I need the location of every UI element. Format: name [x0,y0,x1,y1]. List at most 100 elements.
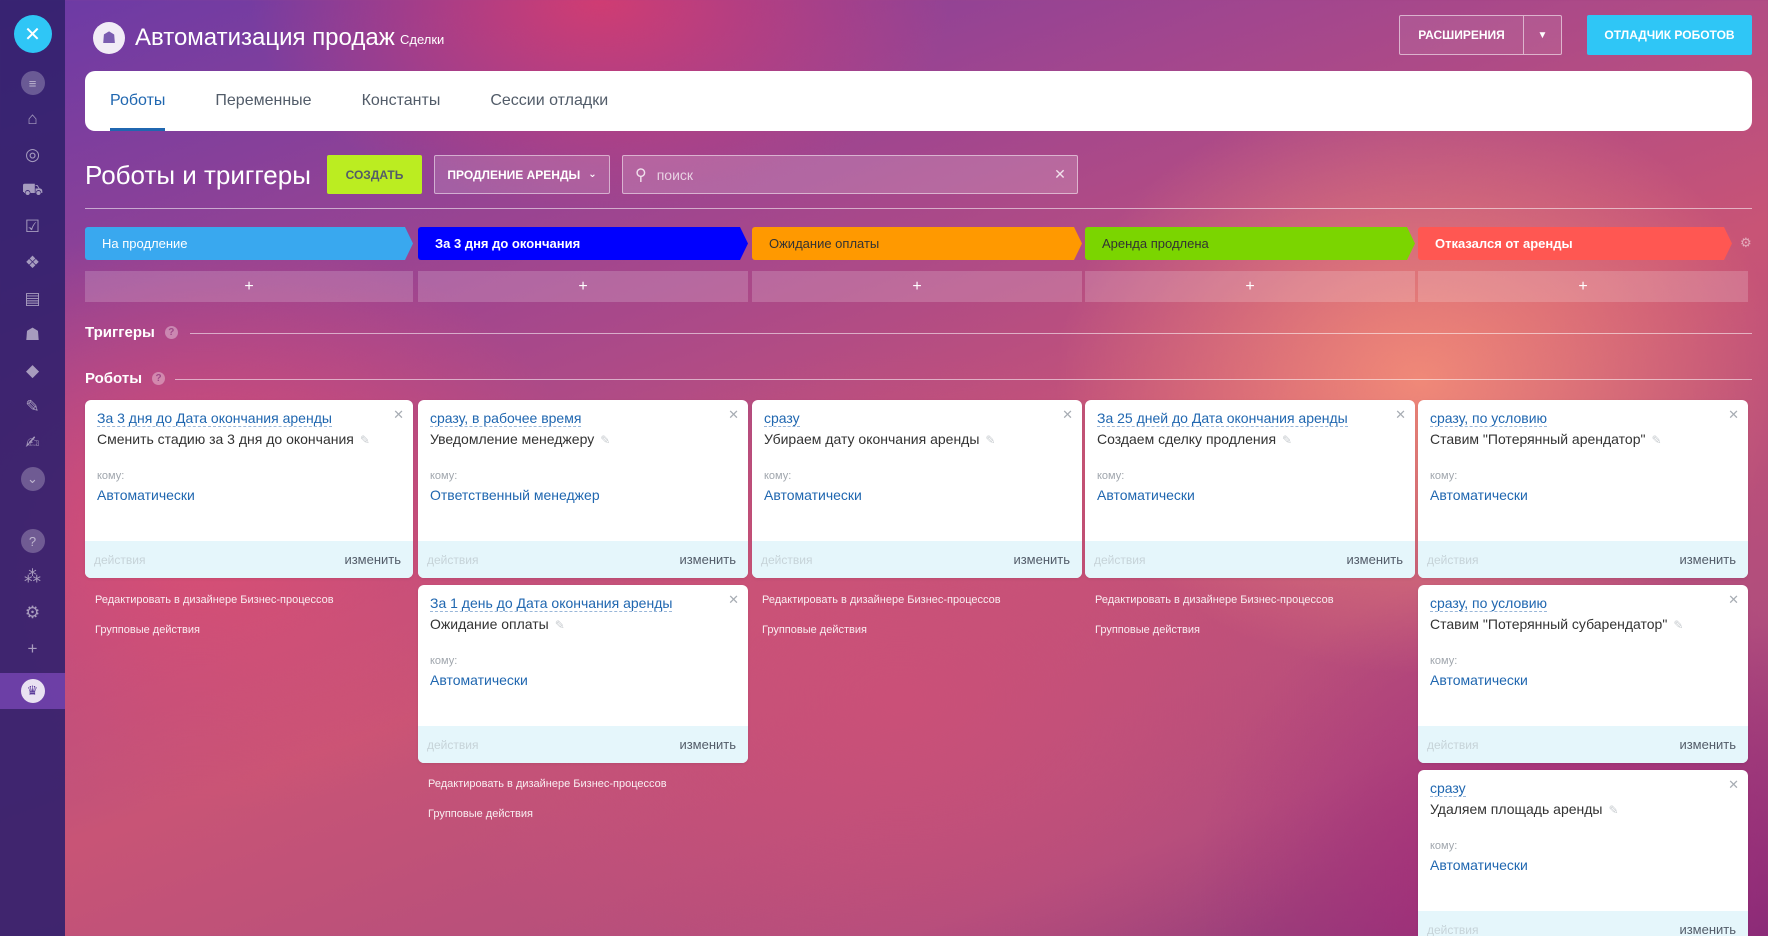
robot-condition[interactable]: сразу [764,410,800,427]
designer-link[interactable]: Редактировать в дизайнере Бизнес-процесс… [762,594,1001,606]
help-icon[interactable]: ? [17,525,49,557]
robot-condition[interactable]: сразу, по условию [1430,410,1548,427]
tab-constants[interactable]: Константы [362,92,441,131]
pencil-icon[interactable]: ✎ [985,433,995,447]
home-icon[interactable]: ⌂ [17,103,49,135]
stage-header[interactable]: За 3 дня до окончания [418,227,748,260]
close-icon[interactable]: ✕ [1395,407,1406,423]
actions-link[interactable]: действия [427,738,478,752]
gear-icon[interactable]: ⚙ [17,597,49,629]
designer-link[interactable]: Редактировать в дизайнере Бизнес-процесс… [95,594,334,606]
gear-icon[interactable]: ⚙ [1740,235,1752,251]
actions-link[interactable]: действия [1094,553,1145,567]
pencil-icon[interactable]: ✎ [1651,433,1661,447]
robot-card[interactable]: сразу ✕ Удаляем площадь аренды ✎ кому: Ав… [1418,770,1748,936]
group-actions-link[interactable]: Групповые действия [1095,624,1200,636]
recipient-value[interactable]: Автоматически [1097,487,1195,503]
help-icon[interactable]: ? [164,326,178,339]
plus-icon[interactable]: + [17,633,49,665]
group-actions-link[interactable]: Групповые действия [428,808,533,820]
robot-debugger-button[interactable]: ОТЛАДЧИК РОБОТОВ [1587,15,1752,55]
edit-link[interactable]: изменить [1679,552,1736,567]
target-icon[interactable]: ◎ [17,139,49,171]
recipient-value[interactable]: Автоматически [430,672,528,688]
robot-condition[interactable]: сразу, в рабочее время [430,410,582,427]
robot-card[interactable]: За 25 дней до Дата окончания аренды ✕ Со… [1085,400,1415,578]
robot-condition[interactable]: За 25 дней до Дата окончания аренды [1097,410,1348,427]
recipient-value[interactable]: Автоматически [1430,857,1528,873]
pencil-icon[interactable]: ✎ [360,433,370,447]
robot-card[interactable]: сразу, в рабочее время ✕ Уведомление мен… [418,400,748,578]
robot-card[interactable]: За 1 день до Дата окончания аренды ✕ Ожи… [418,585,748,763]
pipeline-select[interactable]: ПРОДЛЕНИЕ АРЕНДЫ ⌄ [434,155,610,194]
extensions-button[interactable]: РАСШИРЕНИЯ ▼ [1399,15,1562,55]
cart-icon[interactable]: ⛟ [17,175,49,207]
edit-link[interactable]: изменить [1013,552,1070,567]
box-icon[interactable]: ◆ [17,355,49,387]
card-icon[interactable]: ▤ [17,283,49,315]
tab-robots[interactable]: Роботы [110,92,166,131]
actions-link[interactable]: действия [1427,553,1478,567]
tab-debug-sessions[interactable]: Сессии отладки [490,92,608,131]
stage-header[interactable]: Отказался от аренды [1418,227,1732,260]
pencil-icon[interactable]: ✎ [1608,803,1618,817]
recipient-value[interactable]: Ответственный менеджер [430,487,600,503]
stage-header[interactable]: Ожидание оплаты [752,227,1082,260]
contacts-icon[interactable]: ❖ [17,247,49,279]
edit-link[interactable]: изменить [679,737,736,752]
add-trigger-button[interactable]: + [418,271,748,302]
designer-link[interactable]: Редактировать в дизайнере Бизнес-процесс… [1095,594,1334,606]
close-icon[interactable]: ✕ [1728,407,1739,423]
create-button[interactable]: СОЗДАТЬ [327,155,422,194]
add-trigger-button[interactable]: + [752,271,1082,302]
add-trigger-button[interactable]: + [85,271,413,302]
close-icon[interactable]: ✕ [728,592,739,608]
close-icon[interactable]: ✕ [13,15,52,53]
recipient-value[interactable]: Автоматически [97,487,195,503]
robot-condition[interactable]: сразу [1430,780,1466,797]
robot-card[interactable]: сразу, по условию ✕ Ставим "Потерянный с… [1418,585,1748,763]
stage-header[interactable]: На продление [85,227,413,260]
close-icon[interactable]: ✕ [393,407,404,423]
robot-card[interactable]: сразу ✕ Убираем дату окончания аренды ✎ к… [752,400,1082,578]
actions-link[interactable]: действия [94,553,145,567]
clear-icon[interactable]: ✕ [1043,166,1077,183]
pencil-icon[interactable]: ✎ [600,433,610,447]
robot-condition[interactable]: За 1 день до Дата окончания аренды [430,595,673,612]
pencil-icon[interactable]: ✎ [1282,433,1292,447]
page-subtitle[interactable]: Сделки [400,32,444,47]
search-input[interactable] [656,166,1043,183]
edit-link[interactable]: изменить [1679,922,1736,936]
pencil-icon[interactable]: ✎ [1673,618,1683,632]
actions-link[interactable]: действия [427,553,478,567]
pencil-icon[interactable]: ✎ [555,618,565,632]
close-icon[interactable]: ✕ [1062,407,1073,423]
close-icon[interactable]: ✕ [1728,592,1739,608]
group-actions-link[interactable]: Групповые действия [762,624,867,636]
edit-link[interactable]: изменить [679,552,736,567]
group-actions-link[interactable]: Групповые действия [95,624,200,636]
recipient-value[interactable]: Автоматически [1430,487,1528,503]
robot-card[interactable]: За 3 дня до Дата окончания аренды ✕ Смен… [85,400,413,578]
network-icon[interactable]: ⁂ [17,561,49,593]
tasks-icon[interactable]: ☑ [17,211,49,243]
robot-condition[interactable]: За 3 дня до Дата окончания аренды [97,410,332,427]
actions-link[interactable]: действия [761,553,812,567]
robot-card[interactable]: сразу, по условию ✕ Ставим "Потерянный а… [1418,400,1748,578]
edit-link[interactable]: изменить [344,552,401,567]
filter-menu-icon[interactable]: ≡ [17,67,49,99]
more-icon[interactable]: ⌄ [17,463,49,495]
edit-link[interactable]: изменить [1346,552,1403,567]
chevron-down-icon[interactable]: ▼ [1523,16,1561,54]
recipient-value[interactable]: Автоматически [764,487,862,503]
crown-button[interactable]: ♛ [0,673,65,709]
recipient-value[interactable]: Автоматически [1430,672,1528,688]
tab-variables[interactable]: Переменные [215,92,311,131]
edit-link[interactable]: изменить [1679,737,1736,752]
designer-link[interactable]: Редактировать в дизайнере Бизнес-процесс… [428,778,667,790]
robot-condition[interactable]: сразу, по условию [1430,595,1548,612]
stage-header[interactable]: Аренда продлена [1085,227,1415,260]
add-trigger-button[interactable]: + [1418,271,1748,302]
actions-link[interactable]: действия [1427,738,1478,752]
close-icon[interactable]: ✕ [1728,777,1739,793]
